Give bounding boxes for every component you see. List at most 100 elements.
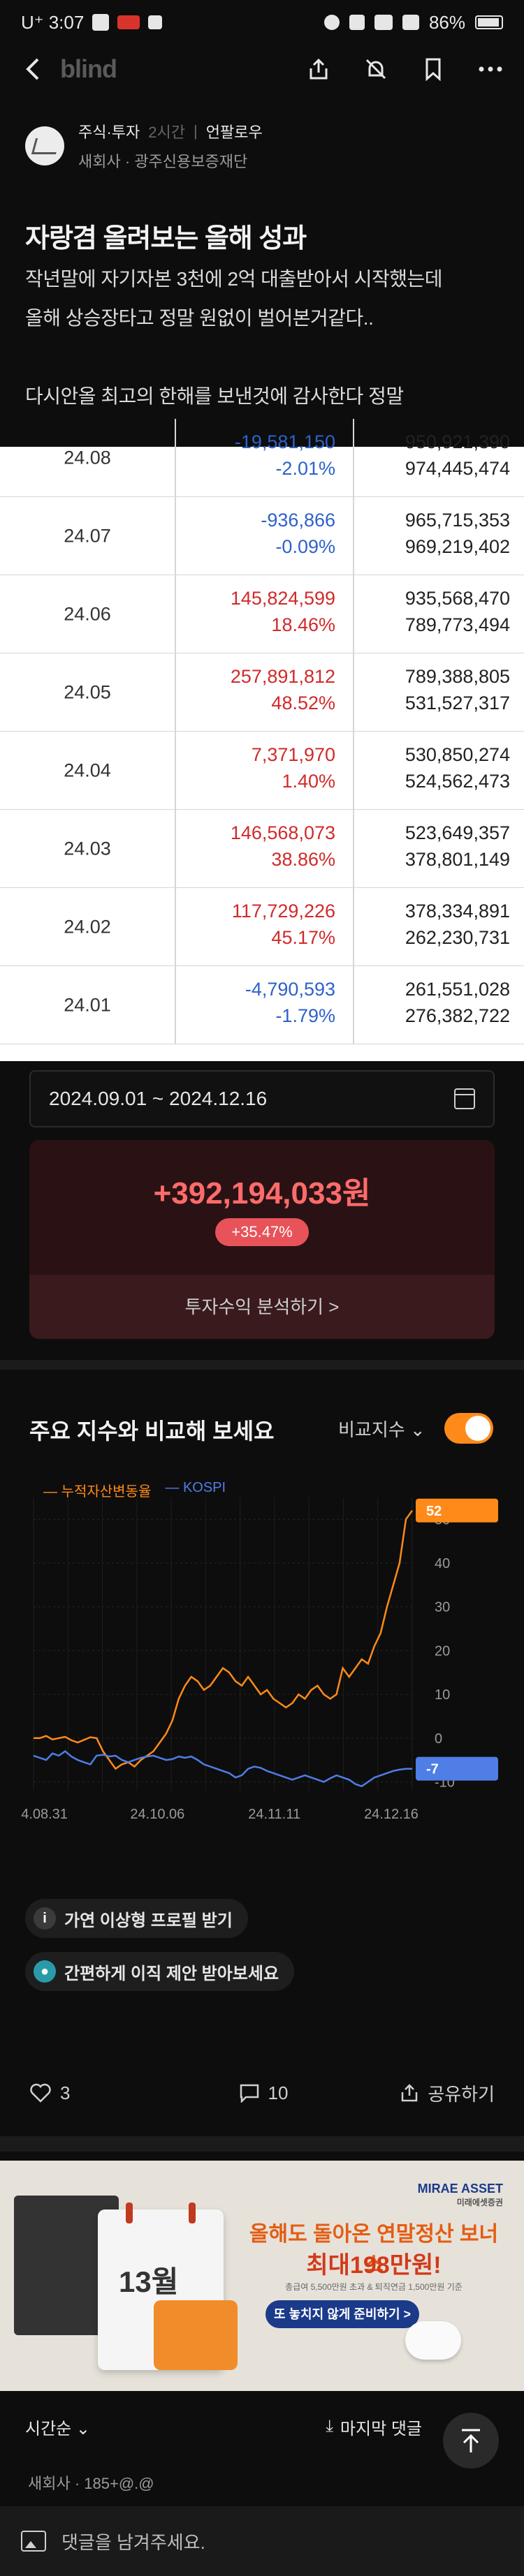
app-notification-icon — [92, 14, 110, 31]
column-divider — [353, 966, 354, 1044]
end-value-label: 52 — [426, 1504, 442, 1519]
board-name[interactable]: 주식·투자 — [78, 120, 140, 142]
status-bar: U⁺ 3:07 86% — [0, 0, 524, 45]
change-value: 146,568,073 — [230, 822, 335, 843]
scroll-top-button[interactable] — [443, 2413, 499, 2468]
share-icon — [310, 58, 328, 80]
brand-logo[interactable]: blind — [60, 54, 117, 84]
section-divider — [0, 1360, 524, 1370]
column-divider — [353, 497, 354, 575]
avatar[interactable] — [25, 126, 64, 165]
author-company: 새회사 — [78, 153, 121, 170]
profit-card: +392,194,033원 +35.47% 투자수익 분석하기 > — [29, 1140, 495, 1339]
calendar-ring — [126, 2203, 133, 2223]
asset-end: 378,334,891 — [405, 901, 510, 921]
ad-cta-button[interactable]: 또 놓치지 않게 준비하기 > — [265, 2300, 419, 2328]
post-author: 주식·투자 2시간 | 언팔로우 새회사 · 광주신용보증재단 — [25, 120, 263, 172]
date-range-picker[interactable]: 2024.09.01 ~ 2024.12.16 — [29, 1070, 495, 1127]
row-asset: 935,568,470 789,773,494 — [405, 585, 510, 638]
column-divider — [175, 888, 176, 965]
ad-headline-amount: 최대198만원! — [306, 2252, 442, 2279]
asset-start: 789,773,494 — [405, 614, 510, 635]
comparison-line-chart: 50403020100-1024.08.3124.10.0624.11.1124… — [21, 1497, 498, 1822]
change-value: -19,581,150 — [234, 431, 335, 452]
mouse-image — [405, 2321, 461, 2360]
bookmark-button[interactable] — [421, 57, 446, 82]
row-asset: 965,715,353 969,219,402 — [405, 507, 510, 560]
row-date: 24.05 — [64, 681, 111, 702]
author-meta: 광주신용보증재단 — [134, 153, 248, 170]
sort-label: 시간순 — [25, 2419, 72, 2438]
column-divider — [353, 810, 354, 887]
change-pct: 45.17% — [271, 927, 335, 948]
table-row: 24.06 145,824,599 18.46% 935,568,470 789,7… — [0, 575, 524, 653]
row-asset: 523,649,357 378,801,149 — [405, 820, 510, 873]
column-divider — [175, 575, 176, 653]
share-button[interactable] — [306, 57, 331, 82]
change-pct: 1.40% — [282, 771, 335, 792]
column-divider — [353, 653, 354, 731]
row-date: 24.03 — [64, 838, 111, 859]
row-change: -936,866 -0.09% — [261, 507, 335, 560]
calendar-icon[interactable] — [454, 1088, 475, 1109]
job-offer-chip[interactable]: ● 간편하게 이직 제안 받아보세요 — [25, 1952, 295, 1991]
more-button[interactable] — [478, 57, 503, 82]
row-asset: 530,850,274 524,562,473 — [405, 741, 510, 794]
column-divider — [175, 966, 176, 1044]
table-row: 24.05 257,891,812 48.52% 789,388,805 531,5… — [0, 653, 524, 732]
like-button[interactable]: 3 — [29, 2082, 148, 2104]
change-pct: -2.01% — [275, 458, 335, 479]
change-pct: -0.09% — [275, 536, 335, 557]
analyze-profit-button[interactable]: 투자수익 분석하기 > — [29, 1275, 495, 1339]
sort-dropdown[interactable]: 시간순 ⌄ — [25, 2415, 90, 2439]
comment-compose-bar[interactable]: 댓글을 남겨주세요. — [0, 2506, 524, 2576]
share-link-button[interactable]: 공유하기 — [400, 2080, 495, 2106]
comment-button[interactable]: 10 — [148, 2082, 379, 2104]
change-pct: -1.79% — [275, 1005, 335, 1026]
change-pct: 18.46% — [271, 614, 335, 635]
ad-month: 13월 — [119, 2265, 179, 2298]
notification-off-button[interactable] — [363, 57, 388, 82]
post-body-line — [25, 338, 442, 377]
asset-start: 378,801,149 — [405, 849, 510, 870]
y-tick-label: 20 — [435, 1643, 450, 1659]
row-change: 146,568,073 38.86% — [231, 820, 335, 873]
post-body-line: 작년말에 자기자본 3천에 2억 대출받아서 시작했는데 — [25, 268, 443, 290]
post-body-line: 올해 상승장타고 정말 원없이 벌어본거같다.. — [25, 307, 374, 329]
change-value: -4,790,593 — [245, 979, 335, 1000]
asset-start: 524,562,473 — [405, 771, 510, 792]
comment-placeholder[interactable]: 댓글을 남겨주세요. — [61, 2529, 205, 2554]
last-comment-button[interactable]: ⤓ 마지막 댓글 — [326, 2415, 422, 2439]
compare-index-select[interactable]: 비교지수 ⌄ — [338, 1416, 425, 1442]
battery-percent: 86% — [428, 11, 465, 33]
y-tick-label: 30 — [435, 1600, 450, 1615]
share-label: 공유하기 — [428, 2083, 495, 2105]
compare-toggle[interactable] — [444, 1413, 493, 1444]
back-button[interactable] — [21, 57, 46, 82]
change-value: 145,824,599 — [230, 588, 335, 609]
post-time: 2시간 — [148, 124, 186, 141]
asset-end: 530,850,274 — [405, 744, 510, 765]
ad-brand-sub: 미래에셋증권 — [456, 2198, 503, 2207]
compare-select-label: 비교지수 — [338, 1419, 405, 1440]
date-range-text: 2024.09.01 ~ 2024.12.16 — [49, 1088, 268, 1109]
column-divider — [353, 888, 354, 965]
post-body-line: 다시안올 최고의 한해를 보낸것에 감사한다 정말 — [25, 385, 404, 407]
table-row: 24.03 146,568,073 38.86% 523,649,357 378,8… — [0, 810, 524, 888]
comment-author: 새회사 · 185+@.@ — [28, 2475, 154, 2492]
unfollow-button[interactable]: 언팔로우 — [206, 120, 263, 142]
column-divider — [353, 419, 354, 496]
change-value: 7,371,970 — [251, 744, 335, 765]
ad-banner[interactable]: 13월 MIRAE ASSET 미래에셋증권 올해도 돌아온 연말정산 보너스 … — [0, 2161, 524, 2391]
image-icon[interactable] — [21, 2531, 46, 2552]
more-icon — [479, 66, 502, 72]
y-tick-label: 10 — [435, 1687, 450, 1703]
series-line-asset — [34, 1510, 414, 1770]
column-divider — [175, 810, 176, 887]
profile-chip[interactable]: i 가연 이상형 프로필 받기 — [25, 1899, 248, 1938]
top-nav: blind — [0, 45, 524, 94]
row-change: 145,824,599 18.46% — [231, 585, 335, 638]
ad-brand: MIRAE ASSET 미래에셋증권 — [418, 2182, 503, 2208]
row-asset: 261,551,028 276,382,722 — [405, 976, 510, 1029]
column-divider — [175, 419, 176, 496]
